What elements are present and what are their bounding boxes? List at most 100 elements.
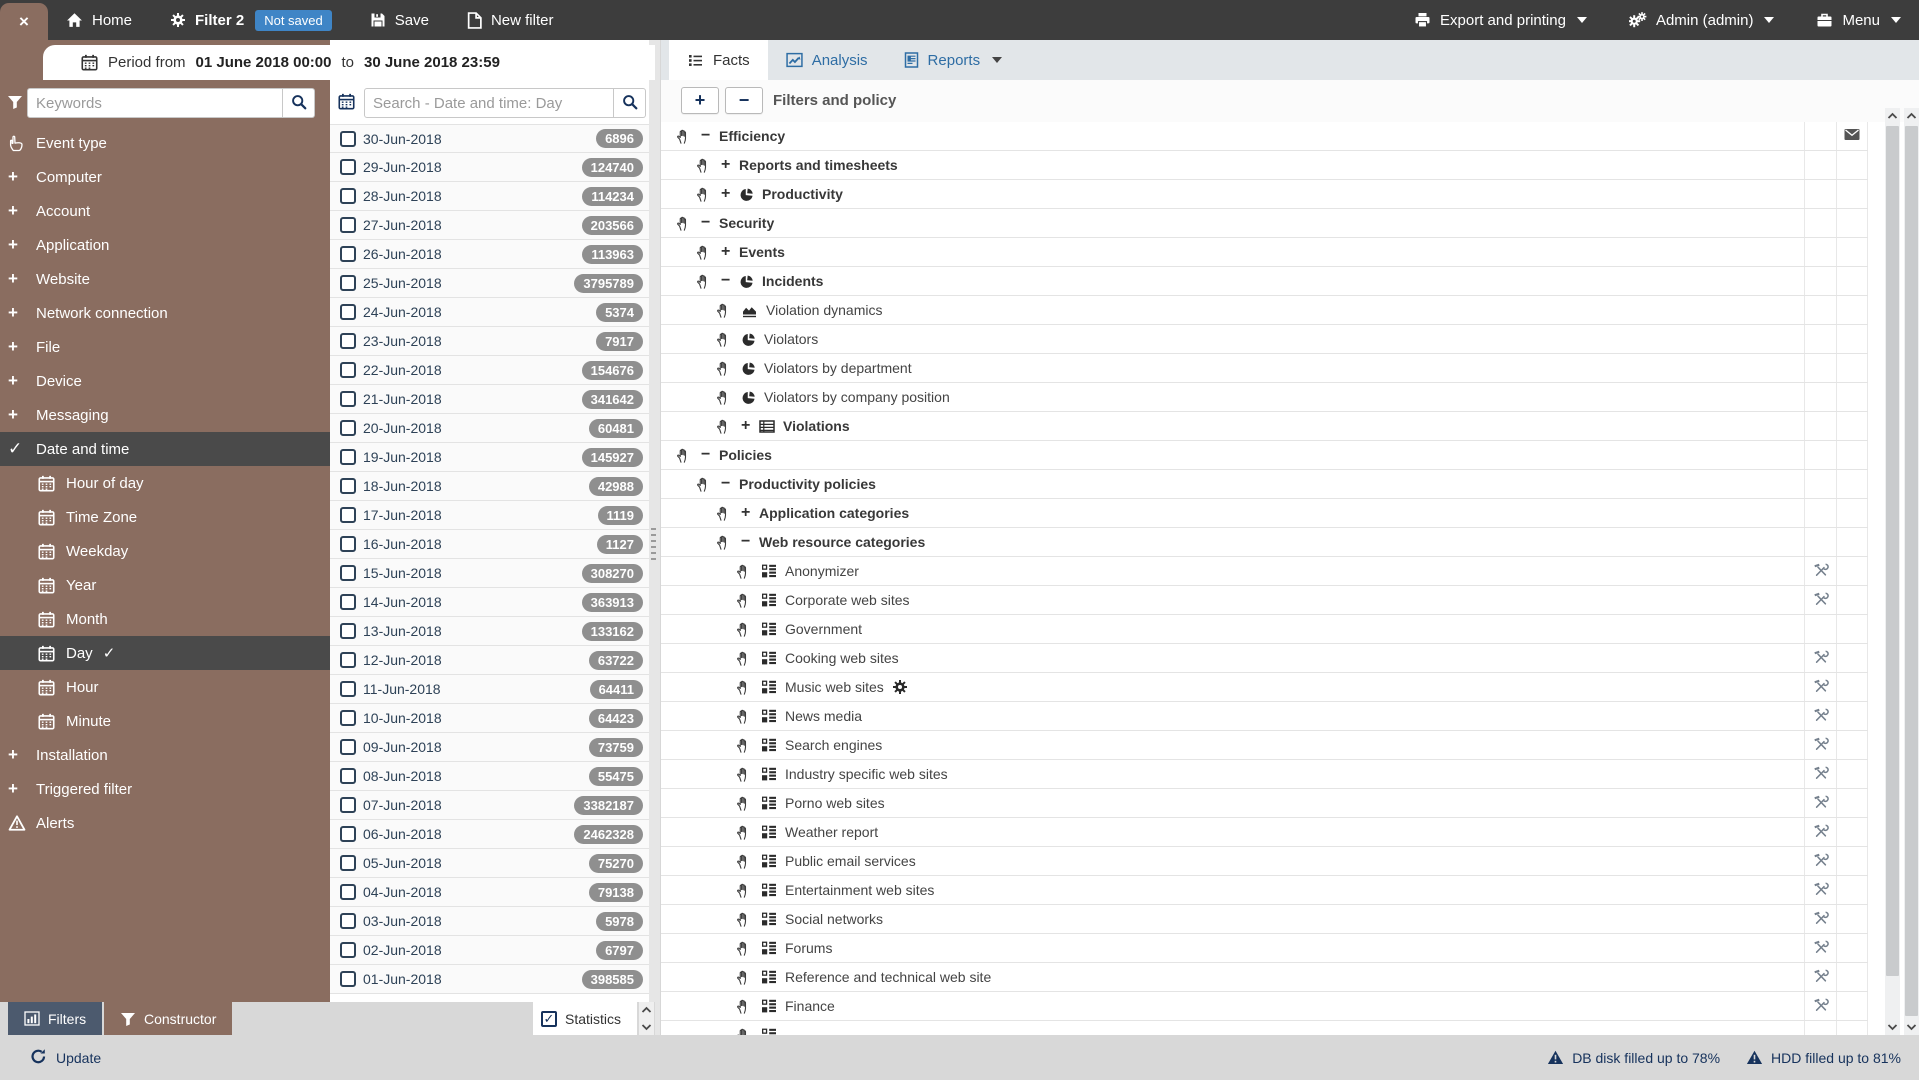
bottom-tab-constructor[interactable]: Constructor bbox=[104, 1002, 233, 1035]
collapse-icon[interactable]: − bbox=[721, 475, 739, 493]
table-row-date[interactable]: 07-Jun-2018 3382187 bbox=[330, 791, 649, 820]
topbar-item-filter-2[interactable]: Filter 2 Not saved bbox=[170, 9, 332, 31]
date-checkbox[interactable] bbox=[340, 217, 356, 233]
tree-row-finance[interactable]: Finance bbox=[661, 992, 1868, 1021]
expand-icon[interactable]: + bbox=[741, 504, 759, 522]
date-search-button[interactable] bbox=[614, 88, 646, 118]
topbar-item-export-and-printing[interactable]: Export and printing bbox=[1414, 12, 1587, 29]
date-checkbox[interactable] bbox=[340, 913, 356, 929]
expand-icon[interactable]: + bbox=[721, 156, 739, 174]
sidebar-item-month[interactable]: Month bbox=[0, 602, 330, 636]
date-checkbox[interactable] bbox=[340, 130, 356, 147]
page-scrollbar[interactable] bbox=[1904, 108, 1919, 1035]
sidebar-item-year[interactable]: Year bbox=[0, 568, 330, 602]
sidebar-item-file[interactable]: + File bbox=[0, 330, 330, 364]
drag-handle-icon[interactable] bbox=[735, 650, 751, 667]
sidebar-item-device[interactable]: + Device bbox=[0, 364, 330, 398]
table-row-date[interactable]: 15-Jun-2018 308270 bbox=[330, 559, 649, 588]
tree-row-industry-specific-web-sites[interactable]: Industry specific web sites bbox=[661, 760, 1868, 789]
sidebar-item-installation[interactable]: + Installation bbox=[0, 738, 330, 772]
date-checkbox[interactable] bbox=[340, 565, 356, 581]
drag-handle-icon[interactable] bbox=[735, 969, 751, 986]
topbar-item-admin-admin-[interactable]: Admin (admin) bbox=[1628, 12, 1775, 29]
tree-row-events[interactable]: + Events bbox=[661, 238, 1868, 267]
date-checkbox[interactable] bbox=[340, 710, 356, 726]
bottom-tab-filters[interactable]: Filters bbox=[8, 1002, 103, 1035]
tree-cell-tools[interactable] bbox=[1804, 760, 1836, 788]
drag-handle-icon[interactable] bbox=[695, 157, 711, 174]
topbar-item-menu[interactable]: Menu bbox=[1816, 12, 1901, 29]
date-search-input[interactable] bbox=[364, 88, 614, 118]
drag-handle-icon[interactable] bbox=[715, 360, 731, 377]
scroll-down-icon[interactable] bbox=[1904, 1019, 1919, 1035]
expand-icon[interactable]: + bbox=[8, 779, 30, 799]
drag-handle-icon[interactable] bbox=[735, 592, 751, 609]
sidebar-item-account[interactable]: + Account bbox=[0, 194, 330, 228]
tools-icon[interactable] bbox=[1813, 562, 1829, 581]
expand-icon[interactable]: + bbox=[8, 269, 30, 289]
collapse-all-button[interactable]: − bbox=[725, 87, 763, 114]
table-row-date[interactable]: 27-Jun-2018 203566 bbox=[330, 211, 649, 240]
tools-icon[interactable] bbox=[1813, 736, 1829, 755]
date-checkbox[interactable] bbox=[340, 623, 356, 639]
table-row-date[interactable]: 03-Jun-2018 5978 bbox=[330, 907, 649, 936]
tree-cell-tools[interactable] bbox=[1804, 847, 1836, 875]
sidebar-item-day[interactable]: Day ✓ bbox=[0, 636, 330, 670]
tree-row-productivity-policies[interactable]: − Productivity policies bbox=[661, 470, 1868, 499]
tools-icon[interactable] bbox=[1813, 997, 1829, 1016]
tree-cell-tools[interactable] bbox=[1804, 789, 1836, 817]
drag-handle-icon[interactable] bbox=[735, 621, 751, 638]
tree-row-violators-by-department[interactable]: Violators by department bbox=[661, 354, 1868, 383]
tree-row-violators[interactable]: Violators bbox=[661, 325, 1868, 354]
sidebar-item-alerts[interactable]: Alerts bbox=[0, 806, 330, 840]
date-checkbox[interactable] bbox=[340, 594, 356, 610]
table-row-date[interactable]: 28-Jun-2018 114234 bbox=[330, 182, 649, 211]
tree-cell-tools[interactable] bbox=[1804, 934, 1836, 962]
expand-icon[interactable]: + bbox=[8, 405, 30, 425]
date-checkbox[interactable] bbox=[340, 739, 356, 755]
drag-handle-icon[interactable] bbox=[735, 708, 751, 725]
tree-row-violators-by-company-position[interactable]: Violators by company position bbox=[661, 383, 1868, 412]
tools-icon[interactable] bbox=[1813, 939, 1829, 958]
tree-row-corporate-web-sites[interactable]: Corporate web sites bbox=[661, 586, 1868, 615]
topbar-item-home[interactable]: Home bbox=[66, 12, 132, 29]
drag-handle-icon[interactable] bbox=[715, 389, 731, 406]
statistics-checkbox[interactable]: ✓ bbox=[541, 1010, 557, 1027]
tree-cell-tools[interactable] bbox=[1804, 876, 1836, 904]
tools-icon[interactable] bbox=[1813, 823, 1829, 842]
table-row-date[interactable]: 14-Jun-2018 363913 bbox=[330, 588, 649, 617]
sidebar-item-weekday[interactable]: Weekday bbox=[0, 534, 330, 568]
topbar-item-save[interactable]: Save bbox=[370, 12, 429, 29]
table-row-date[interactable]: 06-Jun-2018 2462328 bbox=[330, 820, 649, 849]
drag-handle-icon[interactable] bbox=[735, 911, 751, 928]
tree-row-violation-dynamics[interactable]: Violation dynamics bbox=[661, 296, 1868, 325]
expand-icon[interactable]: + bbox=[8, 167, 30, 187]
sidebar-item-website[interactable]: + Website bbox=[0, 262, 330, 296]
drag-handle-icon[interactable] bbox=[735, 940, 751, 957]
tools-icon[interactable] bbox=[1813, 910, 1829, 929]
drag-handle-icon[interactable] bbox=[735, 795, 751, 812]
tree-row-government[interactable]: Government bbox=[661, 615, 1868, 644]
collapse-icon[interactable]: − bbox=[701, 446, 719, 464]
table-row-date[interactable]: 02-Jun-2018 6797 bbox=[330, 936, 649, 965]
tools-icon[interactable] bbox=[1813, 852, 1829, 871]
keywords-search-button[interactable] bbox=[283, 88, 315, 118]
scroll-down-icon[interactable] bbox=[1885, 1019, 1900, 1035]
tree-row-forums[interactable]: Forums bbox=[661, 934, 1868, 963]
table-row-date[interactable]: 19-Jun-2018 145927 bbox=[330, 443, 649, 472]
date-checkbox[interactable] bbox=[340, 159, 356, 175]
expand-icon[interactable]: + bbox=[8, 371, 30, 391]
sidebar-item-minute[interactable]: Minute bbox=[0, 704, 330, 738]
tools-icon[interactable] bbox=[1813, 707, 1829, 726]
scroll-down-icon[interactable] bbox=[639, 1019, 654, 1035]
tree-row-social-networks[interactable]: Social networks bbox=[661, 905, 1868, 934]
expand-icon[interactable]: + bbox=[8, 745, 30, 765]
tree-row-productivity[interactable]: + Productivity bbox=[661, 180, 1868, 209]
drag-handle-icon[interactable] bbox=[735, 998, 751, 1015]
date-checkbox[interactable] bbox=[340, 420, 356, 436]
gear-icon[interactable] bbox=[892, 679, 908, 695]
tree-scrollbar[interactable] bbox=[1885, 108, 1900, 1035]
tree-row-incidents[interactable]: − Incidents bbox=[661, 267, 1868, 296]
tools-icon[interactable] bbox=[1813, 794, 1829, 813]
table-row-date[interactable]: 26-Jun-2018 113963 bbox=[330, 240, 649, 269]
